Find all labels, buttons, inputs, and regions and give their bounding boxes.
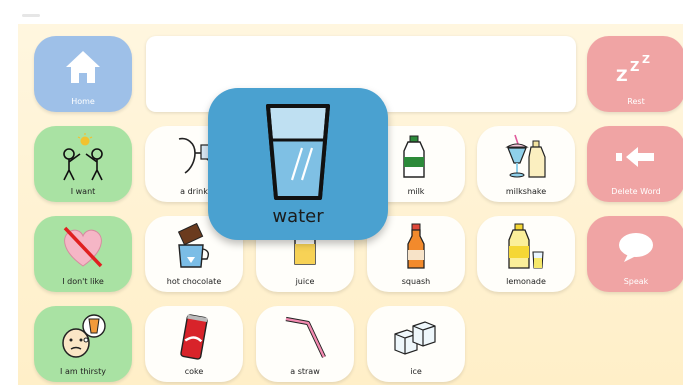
milkshake-label: milkshake [505,187,547,196]
i-dont-like-label: I don't like [62,277,104,286]
thirsty-face-icon [62,313,106,358]
speak-button[interactable]: Speak [587,216,683,292]
milk-label: milk [407,187,425,196]
a-straw-label: a straw [290,367,320,376]
coke-label: coke [184,367,204,376]
home-button[interactable]: Home [34,36,132,112]
water-popup[interactable]: water [208,88,388,240]
home-icon [66,50,100,83]
a-straw-button[interactable]: a straw [256,306,354,382]
hot-chocolate-label: hot chocolate [166,277,222,286]
water-glass-icon [266,104,330,200]
lemonade-label: lemonade [506,277,546,286]
juice-label: juice [295,277,315,286]
window-top-mark [22,14,40,17]
ice-button[interactable]: ice [367,306,465,382]
aac-board: Home I want I don't like I am thirsty Z … [18,24,683,385]
i-want-label: I want [70,187,96,196]
home-label: Home [71,97,95,106]
a-drink-label: a drink [180,187,208,196]
person-want-icon [63,132,103,180]
delete-word-button[interactable]: Delete Word [587,126,683,202]
i-am-thirsty-label: I am thirsty [60,367,106,376]
rest-button[interactable]: Z Z Z Rest [587,36,683,112]
i-want-button[interactable]: I want [34,126,132,202]
svg-text:Z: Z [616,66,628,83]
lemonade-icon [508,223,544,269]
delete-arrow-icon [616,146,654,167]
speech-bubble-icon [619,232,653,262]
svg-text:Z: Z [642,53,650,66]
delete-word-label: Delete Word [611,187,661,196]
coke-can-icon [180,313,208,360]
water-label: water [272,206,324,227]
squash-bottle-icon [407,223,425,269]
coke-button[interactable]: coke [145,306,243,382]
lemonade-button[interactable]: lemonade [477,216,575,292]
milkshake-button[interactable]: milkshake [477,126,575,202]
hot-chocolate-icon [177,222,210,268]
i-dont-like-button[interactable]: I don't like [34,216,132,292]
milkshake-icon [505,134,546,178]
rest-label: Rest [627,97,645,106]
ice-label: ice [410,367,422,376]
speak-label: Speak [623,277,649,286]
i-am-thirsty-button[interactable]: I am thirsty [34,306,132,382]
squash-label: squash [401,277,431,286]
zzz-icon: Z Z Z [616,53,650,83]
crossed-heart-icon [63,226,103,267]
straw-icon [285,316,326,358]
svg-text:Z: Z [630,60,639,75]
milk-bottle-icon [403,135,425,178]
ice-cubes-icon [394,320,436,355]
